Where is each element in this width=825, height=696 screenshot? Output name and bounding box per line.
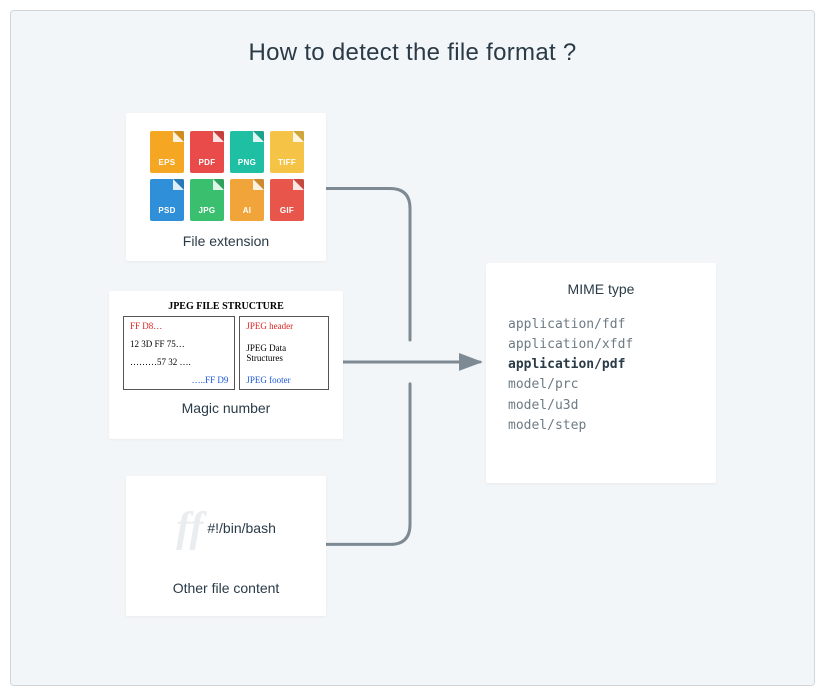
magic-hex-line: …..FF D9: [130, 375, 228, 385]
file-type-icon: PDF: [190, 131, 224, 173]
file-type-icon: EPS: [150, 131, 184, 173]
magic-hex-box: FF D8… 12 3D FF 75… ………57 32 …. …..FF D9: [123, 316, 235, 390]
magic-hex-line: FF D8…: [130, 321, 228, 331]
mime-list: application/fdfapplication/xfdfapplicati…: [508, 315, 694, 436]
magic-hex-line: ………57 32 ….: [130, 357, 228, 367]
mime-item: model/prc: [508, 375, 694, 395]
file-type-icon: TIFF: [270, 131, 304, 173]
mime-item: application/fdf: [508, 315, 694, 335]
mime-title: MIME type: [508, 281, 694, 297]
file-type-icon: GIF: [270, 179, 304, 221]
file-icon-grid: EPSPDFPNGTIFF PSDJPGAIGIF: [144, 127, 308, 223]
diagram-canvas: How to detect the file format ?: [10, 10, 815, 686]
magic-struct-line: JPEG footer: [246, 375, 322, 385]
card-label-other: Other file content: [140, 580, 312, 596]
card-magic-number: JPEG FILE STRUCTURE FF D8… 12 3D FF 75… …: [109, 291, 343, 439]
card-other-content: ff #!/bin/bash Other file content: [126, 476, 326, 616]
magic-struct-box: JPEG header JPEG Data Structures JPEG fo…: [239, 316, 329, 390]
mime-item: application/xfdf: [508, 335, 694, 355]
file-type-icon: PSD: [150, 179, 184, 221]
magic-heading: JPEG FILE STRUCTURE: [123, 301, 329, 312]
card-mime-type: MIME type application/fdfapplication/xfd…: [486, 263, 716, 483]
file-type-icon: JPG: [190, 179, 224, 221]
magic-struct-line: JPEG header: [246, 321, 322, 331]
card-file-extension: EPSPDFPNGTIFF PSDJPGAIGIF File extension: [126, 113, 326, 261]
mime-item: model/u3d: [508, 396, 694, 416]
mime-item: model/step: [508, 416, 694, 436]
diagram-title: How to detect the file format ?: [11, 39, 814, 67]
ghost-ff-text: ff: [176, 507, 203, 549]
shebang-text: #!/bin/bash: [207, 520, 276, 536]
magic-struct-line: JPEG Data Structures: [246, 343, 322, 363]
file-type-icon: PNG: [230, 131, 264, 173]
magic-hex-line: 12 3D FF 75…: [130, 339, 228, 349]
mime-item: application/pdf: [508, 355, 694, 375]
card-label-extension: File extension: [144, 233, 308, 249]
card-label-magic: Magic number: [123, 400, 329, 416]
file-type-icon: AI: [230, 179, 264, 221]
